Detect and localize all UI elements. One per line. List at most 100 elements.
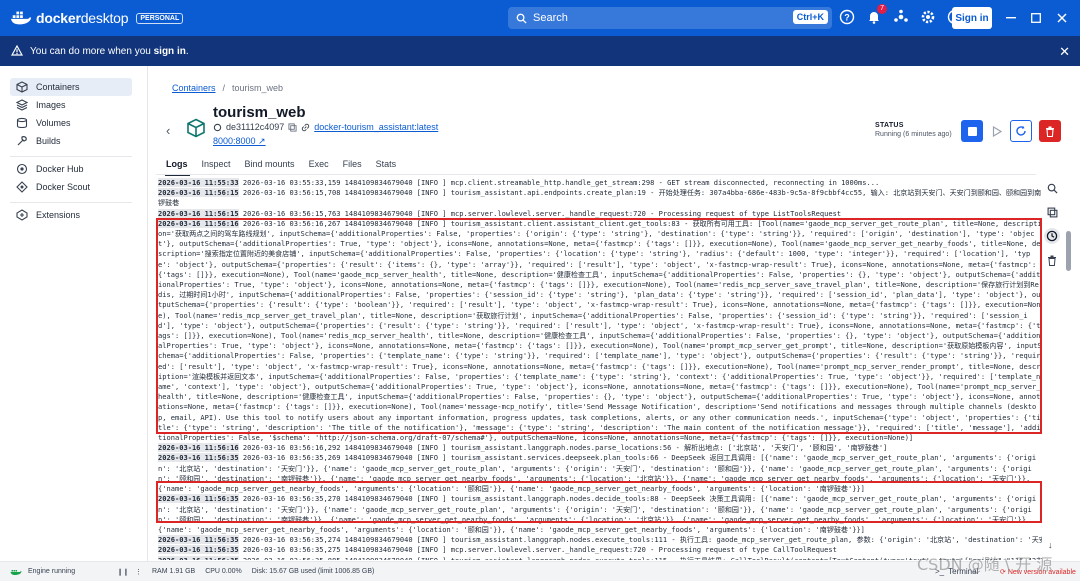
highlight-box-tools (156, 218, 1042, 434)
engine-status-text: Engine running (28, 568, 76, 575)
sidebar-item-extensions[interactable]: Extensions (10, 206, 132, 224)
log-timestamps-clock-icon[interactable] (1044, 228, 1060, 244)
restart-button[interactable] (1010, 120, 1032, 142)
status-value: Running (6 minutes ago) (875, 131, 952, 138)
container-id-icon (213, 123, 222, 131)
scroll-to-bottom-icon[interactable]: ↓ (1048, 540, 1053, 550)
maximize-icon[interactable] (1028, 12, 1044, 24)
log-timestamp: 2026-03-16 11:56:15 (158, 188, 239, 198)
minimize-icon[interactable] (1003, 12, 1019, 24)
sidebar-item-volumes[interactable]: Volumes (10, 114, 132, 132)
breadcrumb: Containers / tourism_web (172, 83, 284, 93)
log-search-icon[interactable] (1044, 180, 1060, 196)
log-timestamp: 2026-03-16 11:56:35 (158, 555, 239, 560)
settings-gear-icon[interactable] (919, 8, 937, 26)
container-meta: de31112c4097 docker-tourism_assistant:la… (213, 122, 438, 132)
log-message: 2026-03-16 03:56:15,763 1484109834679040… (242, 208, 842, 218)
svg-text:?: ? (844, 13, 850, 23)
search-shortcut: Ctrl+K (792, 10, 828, 24)
plan-badge: PERSONAL (136, 12, 184, 24)
csdn-watermark: CSDN @随 \ 开 源 (917, 555, 1053, 574)
tab-stats[interactable]: Stats (376, 159, 406, 173)
log-message: 2026-03-16 03:56:16,292 1484109834679040… (242, 443, 888, 453)
cpu-usage: CPU 0.00% (205, 568, 242, 575)
image-link[interactable]: docker-tourism_assistant:latest (314, 122, 438, 132)
docker-logo: dockerdesktop PERSONAL (10, 10, 184, 26)
sidebar-item-docker-hub[interactable]: Docker Hub (10, 160, 132, 178)
tab-files[interactable]: Files (343, 159, 371, 173)
search-label: Search (533, 12, 568, 24)
sidebar-item-label: Docker Hub (36, 164, 84, 174)
log-timestamp: 2026-03-16 11:56:35 (158, 545, 239, 555)
container-id: de31112c4097 (226, 122, 285, 132)
sidebar-item-label: Builds (36, 136, 61, 146)
tab-inspect[interactable]: Inspect (202, 159, 240, 173)
log-line: 2026-03-16 11:56:35 2026-03-16 03:56:35,… (156, 555, 1042, 560)
status-title: STATUS (875, 122, 904, 129)
log-timestamp: 2026-03-16 11:56:16 (158, 443, 239, 453)
log-clear-trash-icon[interactable] (1044, 252, 1060, 268)
sidebar-item-images[interactable]: Images (10, 96, 132, 114)
sidebar-item-label: Docker Scout (36, 182, 91, 192)
tab-logs[interactable]: Logs (165, 159, 197, 176)
images-icon (16, 99, 28, 111)
highlight-box-decide (156, 481, 1042, 523)
log-copy-icon[interactable] (1044, 204, 1060, 220)
log-line: 2026-03-16 11:55:33 2026-03-16 03:55:33,… (156, 178, 1042, 188)
help-icon[interactable]: ? (838, 8, 856, 26)
banner-text: You can do more when you sign in. (30, 45, 189, 57)
delete-button[interactable] (1039, 120, 1061, 142)
hub-icon (16, 163, 28, 175)
sidebar-item-label: Containers (36, 82, 80, 92)
ram-usage: RAM 1.91 GB (152, 568, 196, 575)
log-line: 2026-03-16 11:56:15 2026-03-16 03:56:15,… (156, 188, 1042, 208)
container-detail-panel: Containers / tourism_web ‹ tourism_web de3… (148, 66, 1080, 561)
notification-count: 7 (877, 4, 887, 14)
log-timestamp: 2026-03-16 11:55:33 (158, 178, 239, 187)
disk-usage: Disk: 15.67 GB used (limit 1006.85 GB) (251, 568, 375, 575)
sign-in-banner: You can do more when you sign in. ✕ (0, 36, 1080, 66)
back-chevron-icon[interactable]: ‹ (166, 123, 170, 138)
trash-icon (1046, 126, 1054, 137)
status-block: STATUS Running (6 minutes ago) (875, 122, 952, 138)
docker-engine-icon (10, 570, 22, 575)
engine-menu-icon[interactable]: ⋮ (135, 568, 142, 576)
tab-divider (156, 174, 1036, 175)
sign-in-button[interactable]: Sign in (952, 7, 992, 29)
sidebar-divider (10, 156, 132, 157)
sidebar: Containers Images Volumes Builds Docker … (0, 66, 148, 561)
log-line: 2026-03-16 11:56:35 2026-03-16 03:56:35,… (156, 535, 1042, 545)
close-icon[interactable] (1054, 12, 1070, 24)
engine-status[interactable]: Engine running ❙❙ ⋮ (10, 567, 142, 576)
sidebar-item-docker-scout[interactable]: Docker Scout (10, 178, 132, 196)
search-bar[interactable]: Search Ctrl+K (508, 7, 832, 29)
scout-icon (16, 181, 28, 193)
builds-icon (17, 136, 27, 146)
sidebar-item-builds[interactable]: Builds (10, 132, 132, 150)
breadcrumb-current: tourism_web (232, 83, 284, 93)
pause-engine-icon[interactable]: ❙❙ (117, 568, 129, 576)
resource-stats: RAM 1.91 GB CPU 0.00% Disk: 15.67 GB use… (152, 568, 374, 575)
sidebar-item-label: Images (36, 100, 66, 110)
port-link[interactable]: 8000:8000 ↗ (213, 136, 266, 147)
sidebar-item-containers[interactable]: Containers (10, 78, 132, 96)
notifications-icon[interactable]: 7 (865, 4, 887, 26)
log-message: 2026-03-16 03:56:35,275 1484109834679040… (242, 545, 837, 555)
tab-exec[interactable]: Exec (309, 159, 338, 173)
log-message: 2026-03-16 03:56:15,708 1484109834679040… (158, 188, 1042, 208)
copy-icon[interactable] (288, 122, 297, 132)
containers-icon (16, 81, 28, 93)
log-line: 2026-03-16 11:56:16 2026-03-16 03:56:16,… (156, 443, 1042, 453)
detail-tabs: Logs Inspect Bind mounts Exec Files Stat… (165, 159, 410, 176)
search-icon (516, 13, 527, 24)
banner-close-icon[interactable]: ✕ (1059, 44, 1070, 60)
sidebar-item-label: Volumes (36, 118, 71, 128)
breadcrumb-containers-link[interactable]: Containers (172, 83, 216, 93)
extensions-puzzle-icon[interactable] (892, 8, 910, 26)
image-link-icon (302, 123, 310, 131)
tab-bind-mounts[interactable]: Bind mounts (245, 159, 304, 173)
start-button[interactable] (986, 120, 1008, 142)
stop-button[interactable] (961, 120, 983, 142)
container-name: tourism_web (213, 104, 306, 121)
log-scrollbar-thumb[interactable] (1066, 231, 1071, 271)
